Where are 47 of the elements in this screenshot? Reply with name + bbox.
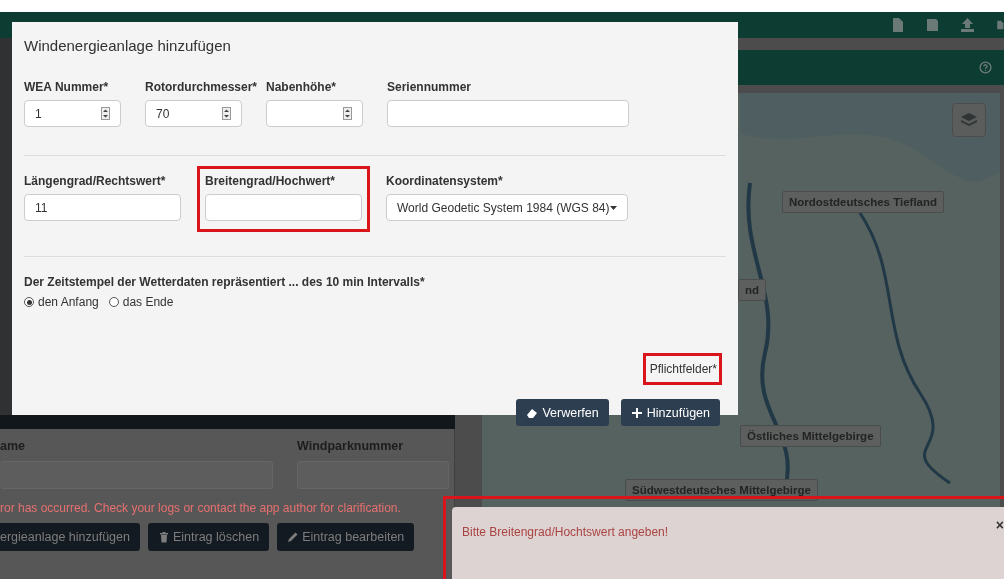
- number-field[interactable]: 1: [24, 100, 121, 127]
- discard-button[interactable]: Verwerfen: [516, 399, 609, 426]
- save-icon[interactable]: [926, 18, 939, 32]
- error-message: ror has occurred. Check your logs or contact the app author for clarification.: [0, 501, 402, 515]
- region-label: Südwestdeutsches Mittelgebirge: [625, 479, 818, 501]
- input-field[interactable]: 11: [24, 194, 181, 221]
- number-field[interactable]: [266, 100, 363, 127]
- field-label: Längengrad/Rechtswert*: [24, 174, 166, 188]
- file-icon[interactable]: [996, 18, 1004, 32]
- radio-icon[interactable]: [108, 297, 119, 307]
- number-field[interactable]: 70: [145, 100, 242, 127]
- region-label: Nordostdeutsches Tiefland: [782, 191, 945, 213]
- radio-option[interactable]: den Anfang: [24, 295, 99, 309]
- layers-button[interactable]: [952, 103, 986, 137]
- spinner-icon[interactable]: [222, 107, 231, 120]
- dialog-title: Windenergieanlage hinzufügen: [24, 36, 232, 56]
- radio-label: das Ende: [122, 295, 174, 309]
- field-label: ame: [0, 439, 27, 453]
- caret-icon: [610, 205, 617, 210]
- radio-icon[interactable]: [24, 297, 34, 307]
- field-label: Seriennummer: [387, 80, 472, 94]
- edit-button[interactable]: Eintrag bearbeiten: [277, 523, 415, 551]
- field-label: Windparknummer: [297, 439, 405, 453]
- field-label: Der Zeitstempel der Wetterdaten repräsentiert ... des 10 min Intervalls*: [24, 275, 425, 289]
- delete-button[interactable]: Eintrag löschen: [147, 523, 270, 551]
- upload-icon[interactable]: [961, 18, 974, 32]
- coordinate-system-select[interactable]: World Geodetic System 1984 (WGS 84): [386, 194, 628, 221]
- field-label: Nabenhöhe*: [266, 80, 336, 94]
- required-fields-note: Pflichtfelder*: [642, 353, 722, 385]
- region-label: Östliches Mittelgebirge: [740, 425, 881, 447]
- help-icon[interactable]: [979, 61, 992, 74]
- radio-option[interactable]: das Ende: [108, 295, 174, 309]
- spinner-icon[interactable]: [101, 107, 110, 120]
- pencil-icon: [287, 531, 300, 543]
- eraser-icon: [526, 406, 539, 419]
- trash-icon: [157, 531, 170, 543]
- spinner-icon[interactable]: [343, 107, 352, 120]
- layers-icon: [960, 112, 978, 128]
- radio-label: den Anfang: [38, 295, 99, 309]
- add-button[interactable]: Hinzufügen: [620, 399, 720, 426]
- region-label: nd: [738, 279, 767, 301]
- plus-icon: [630, 406, 643, 419]
- field-label: Breitengrad/Hochwert*: [205, 174, 336, 188]
- field-label: Rotordurchmesser*: [145, 80, 258, 94]
- file-icon[interactable]: [891, 18, 904, 32]
- add-button[interactable]: ergieanlage hinzufügen: [0, 523, 140, 551]
- field-label: WEA Nummer*: [24, 80, 109, 94]
